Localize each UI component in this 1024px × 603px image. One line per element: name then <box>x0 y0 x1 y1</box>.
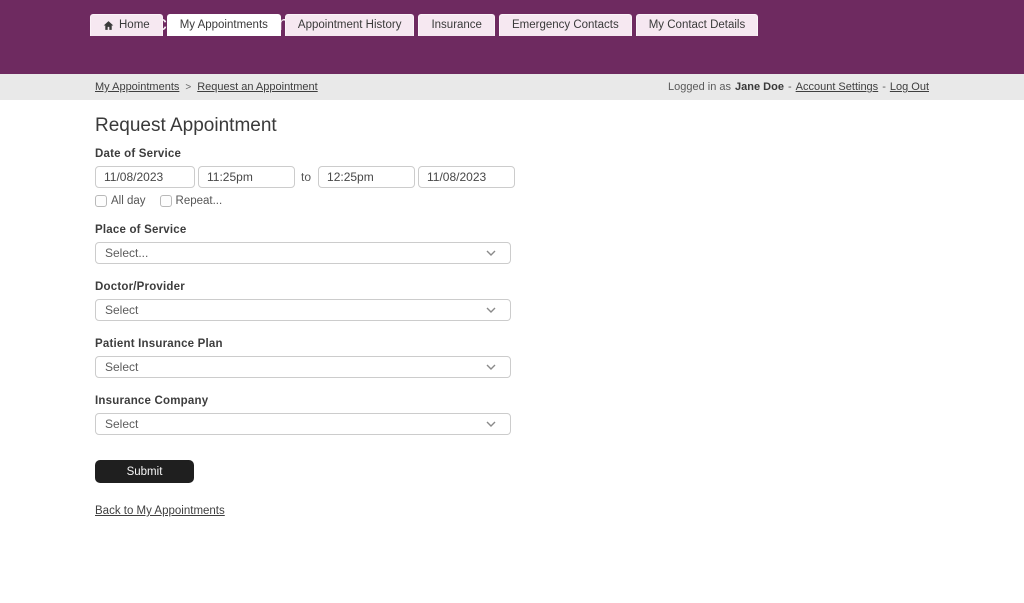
end-date-input[interactable] <box>418 166 515 188</box>
insurance-company-label: Insurance Company <box>95 395 937 407</box>
date-of-service-label: Date of Service <box>95 148 937 160</box>
selected-value: Select <box>105 360 138 374</box>
chevron-down-icon <box>486 364 496 370</box>
back-to-my-appointments-link[interactable]: Back to My Appointments <box>95 505 225 517</box>
doctor-provider-label: Doctor/Provider <box>95 281 937 293</box>
insurance-company-select[interactable]: Select <box>95 413 511 435</box>
logged-in-user: Jane Doe <box>735 81 784 93</box>
patient-insurance-plan-label: Patient Insurance Plan <box>95 338 937 350</box>
tab-label: Home <box>119 19 150 31</box>
app-header: Practice Management System Home My Appoi… <box>0 0 1024 74</box>
tab-label: My Appointments <box>180 19 268 31</box>
doctor-provider-group: Doctor/Provider Select <box>95 281 937 321</box>
tab-home[interactable]: Home <box>90 14 163 36</box>
session-prefix: Logged in as <box>668 81 731 93</box>
tab-label: Appointment History <box>298 19 402 31</box>
selected-value: Select... <box>105 246 148 260</box>
tab-my-appointments[interactable]: My Appointments <box>167 14 281 36</box>
selected-value: Select <box>105 303 138 317</box>
request-appointment-form: Request Appointment Date of Service to A… <box>87 100 937 519</box>
page-title: Request Appointment <box>95 115 937 137</box>
log-out-link[interactable]: Log Out <box>890 81 929 93</box>
main-nav: Home My Appointments Appointment History… <box>90 14 758 36</box>
chevron-down-icon <box>486 421 496 427</box>
patient-insurance-plan-group: Patient Insurance Plan Select <box>95 338 937 378</box>
session-info: Logged in as Jane Doe - Account Settings… <box>668 81 929 93</box>
date-of-service-group: Date of Service to All day Repeat... <box>95 148 937 207</box>
to-label: to <box>298 170 315 184</box>
end-time-input[interactable] <box>318 166 415 188</box>
all-day-checkbox[interactable] <box>95 195 107 207</box>
session-separator: - <box>882 81 886 93</box>
session-separator: - <box>788 81 792 93</box>
chevron-down-icon <box>486 307 496 313</box>
selected-value: Select <box>105 417 138 431</box>
all-day-label: All day <box>111 195 146 207</box>
start-time-input[interactable] <box>198 166 295 188</box>
place-of-service-group: Place of Service Select... <box>95 224 937 264</box>
home-icon <box>103 20 114 31</box>
start-date-input[interactable] <box>95 166 195 188</box>
tab-label: Emergency Contacts <box>512 19 619 31</box>
tab-appointment-history[interactable]: Appointment History <box>285 14 415 36</box>
place-of-service-label: Place of Service <box>95 224 937 236</box>
breadcrumb-link-request-appointment[interactable]: Request an Appointment <box>197 81 317 93</box>
repeat-checkbox[interactable] <box>160 195 172 207</box>
tab-label: My Contact Details <box>649 19 746 31</box>
insurance-company-group: Insurance Company Select <box>95 395 937 435</box>
breadcrumb-link-my-appointments[interactable]: My Appointments <box>95 81 179 93</box>
tab-insurance[interactable]: Insurance <box>418 14 495 36</box>
utility-bar: My Appointments > Request an Appointment… <box>0 74 1024 100</box>
account-settings-link[interactable]: Account Settings <box>796 81 879 93</box>
breadcrumb-separator: > <box>185 82 191 93</box>
doctor-provider-select[interactable]: Select <box>95 299 511 321</box>
breadcrumb: My Appointments > Request an Appointment <box>95 81 318 93</box>
repeat-label: Repeat... <box>176 195 223 207</box>
tab-my-contact-details[interactable]: My Contact Details <box>636 14 759 36</box>
submit-button[interactable]: Submit <box>95 460 194 483</box>
patient-insurance-plan-select[interactable]: Select <box>95 356 511 378</box>
place-of-service-select[interactable]: Select... <box>95 242 511 264</box>
tab-label: Insurance <box>431 19 482 31</box>
chevron-down-icon <box>486 250 496 256</box>
tab-emergency-contacts[interactable]: Emergency Contacts <box>499 14 632 36</box>
